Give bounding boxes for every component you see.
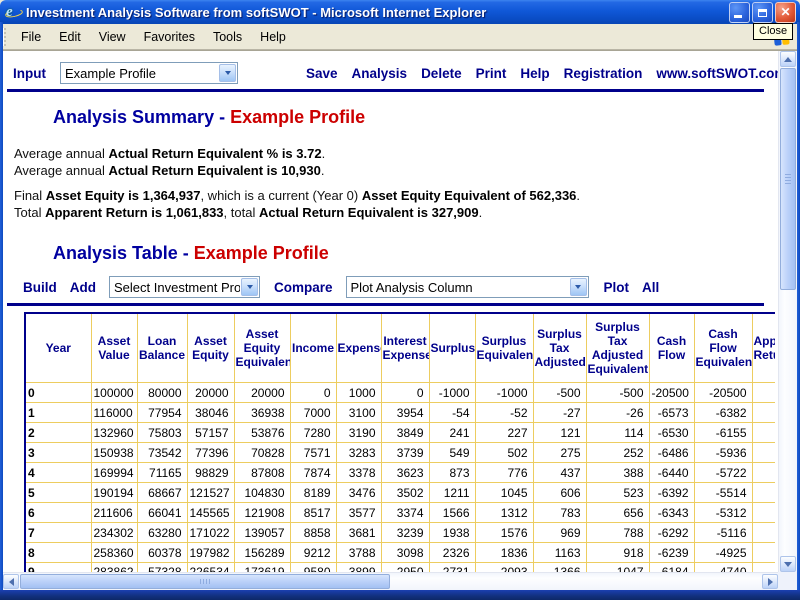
menu-item[interactable]: View — [90, 27, 135, 47]
scroll-down-button[interactable] — [780, 556, 796, 572]
table-row: 5190194686671215271048308189347635021211… — [25, 483, 775, 503]
input-link[interactable]: Input — [13, 66, 46, 81]
table-row: 4169994711659882987808787433783623873776… — [25, 463, 775, 483]
analysis-table-container: YearAsset ValueLoan BalanceAsset EquityA… — [24, 312, 775, 572]
table-controls: Build Add Select Investment Profile Comp… — [23, 275, 672, 299]
investment-profile-select-value: Select Investment Profile — [114, 280, 240, 295]
menu-item[interactable]: Tools — [204, 27, 251, 47]
divider-rule — [7, 89, 764, 92]
divider-rule — [7, 303, 764, 306]
investment-profile-select[interactable]: Select Investment Profile — [109, 276, 260, 298]
internet-explorer-icon: e — [6, 4, 22, 20]
column-header: Asset Value — [91, 313, 137, 383]
column-header: Expense — [336, 313, 381, 383]
table-row: 1116000779543804636938700031003954-54-52… — [25, 403, 775, 423]
analysis-table: YearAsset ValueLoan BalanceAsset EquityA… — [24, 312, 775, 572]
arrow-up-icon — [784, 57, 792, 62]
menu-bar: FileEditViewFavoritesToolsHelp — [0, 24, 800, 50]
page-content-frame: Input Example Profile Save Analysis Delete… — [3, 50, 797, 590]
column-header: Cash Flow — [649, 313, 694, 383]
restore-icon — [758, 9, 767, 17]
table-row: 9283862573282265341736199580389929502731… — [25, 563, 775, 573]
plot-column-select[interactable]: Plot Analysis Column — [346, 276, 589, 298]
add-link[interactable]: Add — [70, 280, 96, 295]
arrow-down-icon — [784, 562, 792, 567]
column-header: Year — [25, 313, 91, 383]
column-header: Asset Equity — [187, 313, 234, 383]
plot-column-select-value: Plot Analysis Column — [351, 280, 569, 295]
toolbar-link[interactable]: www.softSWOT.com — [656, 66, 778, 81]
toolbar-link[interactable]: Print — [476, 66, 507, 81]
build-link[interactable]: Build — [23, 280, 57, 295]
horizontal-scrollbar-thumb[interactable] — [20, 574, 390, 589]
close-icon: ✕ — [780, 6, 790, 18]
horizontal-scrollbar[interactable] — [3, 572, 778, 590]
summary-paragraph-1: Average annual Actual Return Equivalent … — [14, 145, 325, 179]
summary-line-1: Average annual Actual Return Equivalent … — [14, 145, 325, 162]
summary-line-4: Total Apparent Return is 1,061,833, tota… — [14, 204, 580, 221]
scrollbar-corner — [778, 572, 797, 590]
menu-item[interactable]: Favorites — [135, 27, 204, 47]
analysis-table-heading: Analysis Table - Example Profile — [53, 243, 329, 264]
toolbar-link[interactable]: Registration — [564, 66, 643, 81]
dropdown-arrow-icon[interactable] — [219, 64, 236, 82]
window-border-left — [0, 22, 3, 600]
column-header: Asset Equity Equivalent — [234, 313, 290, 383]
menu-grip-handle[interactable] — [3, 28, 6, 46]
vertical-scrollbar[interactable] — [778, 51, 797, 572]
summary-paragraph-2: Final Asset Equity is 1,364,937, which i… — [14, 187, 580, 221]
column-header: Income — [290, 313, 336, 383]
title-bar: e Investment Analysis Software from soft… — [0, 0, 800, 24]
dropdown-arrow-icon[interactable] — [570, 278, 587, 296]
browser-window: e Investment Analysis Software from soft… — [0, 0, 800, 600]
compare-link[interactable]: Compare — [274, 280, 333, 295]
summary-line-2: Average annual Actual Return Equivalent … — [14, 162, 325, 179]
column-header: Apparent Return — [752, 313, 775, 383]
column-header: Interest Expense — [381, 313, 429, 383]
all-link[interactable]: All — [642, 280, 659, 295]
column-header: Loan Balance — [137, 313, 187, 383]
profile-select[interactable]: Example Profile — [60, 62, 238, 84]
minimize-icon — [734, 15, 742, 18]
toolbar-link[interactable]: Save — [306, 66, 338, 81]
scroll-left-button[interactable] — [3, 574, 19, 589]
window-border-bottom — [0, 590, 800, 600]
dropdown-arrow-icon[interactable] — [241, 278, 258, 296]
table-row: 0100000800002000020000010000-1000-1000-5… — [25, 383, 775, 403]
page-viewport: Input Example Profile Save Analysis Delete… — [3, 51, 778, 572]
column-header: Surplus Tax Adjusted Equivalent — [586, 313, 649, 383]
restore-button[interactable] — [752, 2, 773, 23]
scroll-up-button[interactable] — [780, 51, 796, 67]
column-header: Surplus Equivalent — [475, 313, 533, 383]
profile-select-value: Example Profile — [65, 66, 218, 81]
table-body: 0100000800002000020000010000-1000-1000-5… — [25, 383, 775, 573]
close-tooltip: Close — [753, 23, 793, 40]
table-row: 6211606660411455651219088517357733741566… — [25, 503, 775, 523]
table-row: 2132960758035715753876728031903849241227… — [25, 423, 775, 443]
column-header: Cash Flow Equivalent — [694, 313, 752, 383]
arrow-right-icon — [768, 578, 773, 586]
analysis-summary-heading: Analysis Summary - Example Profile — [53, 107, 365, 128]
arrow-left-icon — [9, 578, 14, 586]
vertical-scrollbar-thumb[interactable] — [780, 68, 796, 290]
window-title: Investment Analysis Software from softSW… — [26, 5, 725, 20]
column-header: Surplus Tax Adjusted — [533, 313, 586, 383]
close-button[interactable]: ✕ — [775, 2, 796, 23]
minimize-button[interactable] — [729, 2, 750, 23]
menu-item[interactable]: Edit — [50, 27, 90, 47]
table-header: YearAsset ValueLoan BalanceAsset EquityA… — [25, 313, 775, 383]
toolbar-link[interactable]: Delete — [421, 66, 462, 81]
scroll-right-button[interactable] — [762, 574, 778, 589]
toolbar-link[interactable]: Analysis — [352, 66, 408, 81]
menu-item[interactable]: Help — [251, 27, 295, 47]
summary-line-3: Final Asset Equity is 1,364,937, which i… — [14, 187, 580, 204]
plot-link[interactable]: Plot — [604, 280, 630, 295]
toolbar-link[interactable]: Help — [520, 66, 549, 81]
app-toolbar: Input Example Profile Save Analysis Delete… — [13, 61, 778, 85]
table-row: 7234302632801710221390578858368132391938… — [25, 523, 775, 543]
column-header: Surplus — [429, 313, 475, 383]
menu-item[interactable]: File — [12, 27, 50, 47]
table-row: 8258360603781979821562899212378830982326… — [25, 543, 775, 563]
table-row: 3150938735427739670828757132833739549502… — [25, 443, 775, 463]
